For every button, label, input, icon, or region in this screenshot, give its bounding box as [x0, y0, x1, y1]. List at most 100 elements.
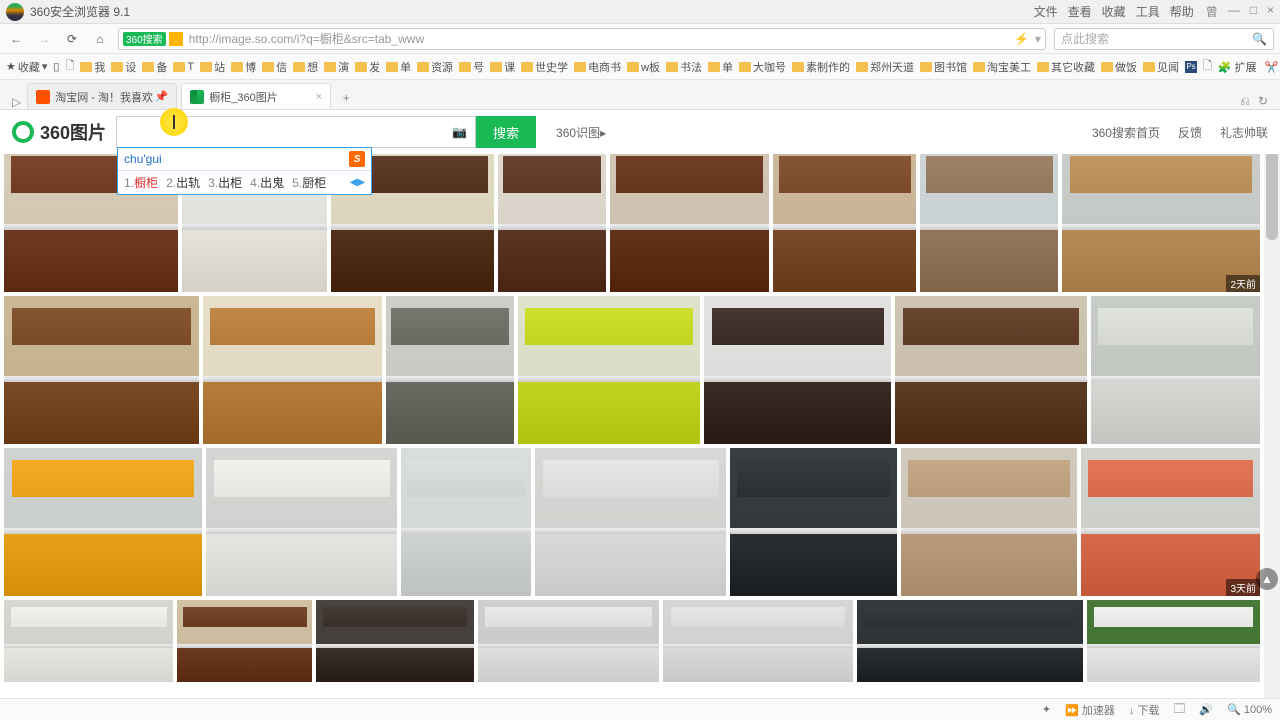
bookmark-folder[interactable]: 图书馆 [920, 59, 967, 75]
bookmark-folder[interactable]: 世史学 [521, 59, 568, 75]
ime-candidate[interactable]: 4.出鬼 [250, 174, 284, 191]
back-button[interactable]: ← [6, 29, 26, 49]
vertical-scrollbar[interactable]: ▲ [1264, 110, 1280, 698]
scrollbar-thumb[interactable] [1266, 150, 1278, 240]
result-thumb[interactable] [4, 600, 173, 682]
result-thumb[interactable] [4, 296, 199, 444]
search-button[interactable]: 搜索 [476, 116, 536, 148]
result-thumb[interactable] [704, 296, 891, 444]
bookmark-folder[interactable]: 站 [200, 59, 225, 75]
link-user[interactable]: 礼志帅联 [1220, 124, 1268, 141]
bookmark-folder[interactable]: 想 [293, 59, 318, 75]
bookmark-item[interactable]: ▯ [53, 60, 59, 73]
new-tab-button[interactable]: + [335, 87, 357, 109]
bookmark-item[interactable]: 🗋 [65, 57, 74, 76]
result-thumb[interactable] [730, 448, 896, 596]
result-thumb[interactable] [177, 600, 312, 682]
result-thumb[interactable] [773, 144, 916, 292]
close-button[interactable]: × [1267, 3, 1274, 20]
forward-button[interactable]: → [34, 29, 54, 49]
result-thumb[interactable] [1087, 600, 1260, 682]
bookmark-folder[interactable]: 见闻 [1143, 59, 1179, 75]
address-bar[interactable]: 360搜索 http://image.so.com/i?q=橱柜&src=tab… [118, 28, 1046, 50]
link-feedback[interactable]: 反馈 [1178, 124, 1202, 141]
menu-tools[interactable]: 工具 [1136, 3, 1160, 20]
result-thumb[interactable] [518, 296, 701, 444]
result-thumb[interactable] [478, 600, 659, 682]
bookmark-folder[interactable]: 素制作的 [792, 59, 850, 75]
favorites-button[interactable]: ★收藏▾ [6, 59, 47, 75]
minimize-button[interactable]: — [1228, 3, 1240, 20]
result-thumb[interactable]: 3天前 [1081, 448, 1260, 596]
zoom-label[interactable]: 🔍 100% [1227, 703, 1272, 716]
skin-button[interactable]: 曾 [1206, 3, 1218, 20]
bookmark-folder[interactable]: 发 [355, 59, 380, 75]
tabstrip-arrow-icon[interactable]: ▷ [6, 95, 27, 109]
bookmark-folder[interactable]: 演 [324, 59, 349, 75]
result-thumb[interactable] [206, 448, 397, 596]
result-thumb[interactable] [920, 144, 1058, 292]
ime-pager[interactable]: ◀▶ [350, 177, 365, 188]
tab-360images[interactable]: 橱柜_360图片 × [181, 83, 331, 109]
site-logo[interactable]: 360图片 [12, 119, 106, 145]
bookmark-folder[interactable]: T [173, 59, 194, 75]
avatar[interactable] [6, 3, 24, 21]
link-360shitu[interactable]: 360识图▸ [556, 124, 606, 141]
result-thumb[interactable] [316, 600, 473, 682]
scroll-top-button[interactable]: ▲ [1256, 568, 1278, 590]
bookmark-folder[interactable]: w板 [627, 59, 660, 75]
bookmark-folder[interactable]: 博 [231, 59, 256, 75]
speaker-icon[interactable]: 🔊 [1199, 703, 1213, 716]
menu-view[interactable]: 查看 [1068, 3, 1092, 20]
bookmark-folder[interactable]: 备 [142, 59, 167, 75]
bookmark-item[interactable]: 🗋 [1203, 57, 1212, 76]
bookmark-folder[interactable]: 课 [490, 59, 515, 75]
bookmark-folder[interactable]: 大咖号 [739, 59, 786, 75]
toolbar-ext[interactable]: 🧩 扩展 [1218, 59, 1257, 75]
result-thumb[interactable] [535, 448, 726, 596]
ime-candidate[interactable]: 2.出轨 [166, 174, 200, 191]
bookmark-folder[interactable]: 做饭 [1101, 59, 1137, 75]
bookmark-folder[interactable]: 单 [708, 59, 733, 75]
ime-candidate[interactable]: 5.厨柜 [292, 174, 326, 191]
maximize-button[interactable]: □ [1250, 3, 1257, 20]
bookmark-folder[interactable]: 号 [459, 59, 484, 75]
browser-search-box[interactable]: 点此搜索 🔍 [1054, 28, 1274, 50]
reload-button[interactable]: ⟳ [62, 29, 82, 49]
result-thumb[interactable]: 2天前 [1062, 144, 1260, 292]
result-thumb[interactable] [663, 600, 853, 682]
menu-help[interactable]: 帮助 [1170, 3, 1194, 20]
home-button[interactable]: ⌂ [90, 29, 110, 49]
toolbar-ext[interactable]: ✂️ 截图 [1265, 59, 1280, 75]
result-thumb[interactable] [401, 448, 531, 596]
result-thumb[interactable] [386, 296, 514, 444]
result-thumb[interactable] [1091, 296, 1260, 444]
refresh-all-icon[interactable]: ↻ [1258, 94, 1268, 109]
bookmark-folder[interactable]: 信 [262, 59, 287, 75]
ime-candidate[interactable]: 3.出柜 [208, 174, 242, 191]
result-thumb[interactable] [610, 144, 769, 292]
result-thumb[interactable] [498, 144, 605, 292]
result-thumb[interactable] [203, 296, 382, 444]
link-home[interactable]: 360搜索首页 [1092, 124, 1160, 141]
bookmark-folder[interactable]: 书法 [666, 59, 702, 75]
result-thumb[interactable] [4, 448, 202, 596]
menu-fav[interactable]: 收藏 [1102, 3, 1126, 20]
dropdown-icon[interactable]: ▾ [1035, 32, 1041, 46]
ime-candidate[interactable]: 1.橱柜 [124, 174, 158, 191]
accel-icon[interactable]: ⏩ 加速器 [1065, 702, 1115, 718]
bookmark-folder[interactable]: 郑州天道 [856, 59, 914, 75]
url-text[interactable]: http://image.so.com/i?q=橱柜&src=tab_www [189, 30, 1014, 47]
bookmark-folder[interactable]: 淘宝美工 [973, 59, 1031, 75]
camera-icon[interactable]: 📷 [452, 125, 467, 139]
bookmark-folder[interactable]: 设 [111, 59, 136, 75]
pin-icon[interactable]: 📌 [155, 90, 169, 103]
tab-taobao[interactable]: 淘宝网 - 淘！我喜欢 📌 [27, 83, 177, 109]
result-thumb[interactable] [901, 448, 1077, 596]
bookmark-folder[interactable]: 单 [386, 59, 411, 75]
download-icon[interactable]: ↓ 下载 [1129, 702, 1160, 718]
undo-close-icon[interactable]: ⎌ [1240, 94, 1250, 109]
result-thumb[interactable] [895, 296, 1087, 444]
bookmark-ps[interactable]: Ps [1185, 61, 1197, 73]
bookmark-folder[interactable]: 其它收藏 [1037, 59, 1095, 75]
